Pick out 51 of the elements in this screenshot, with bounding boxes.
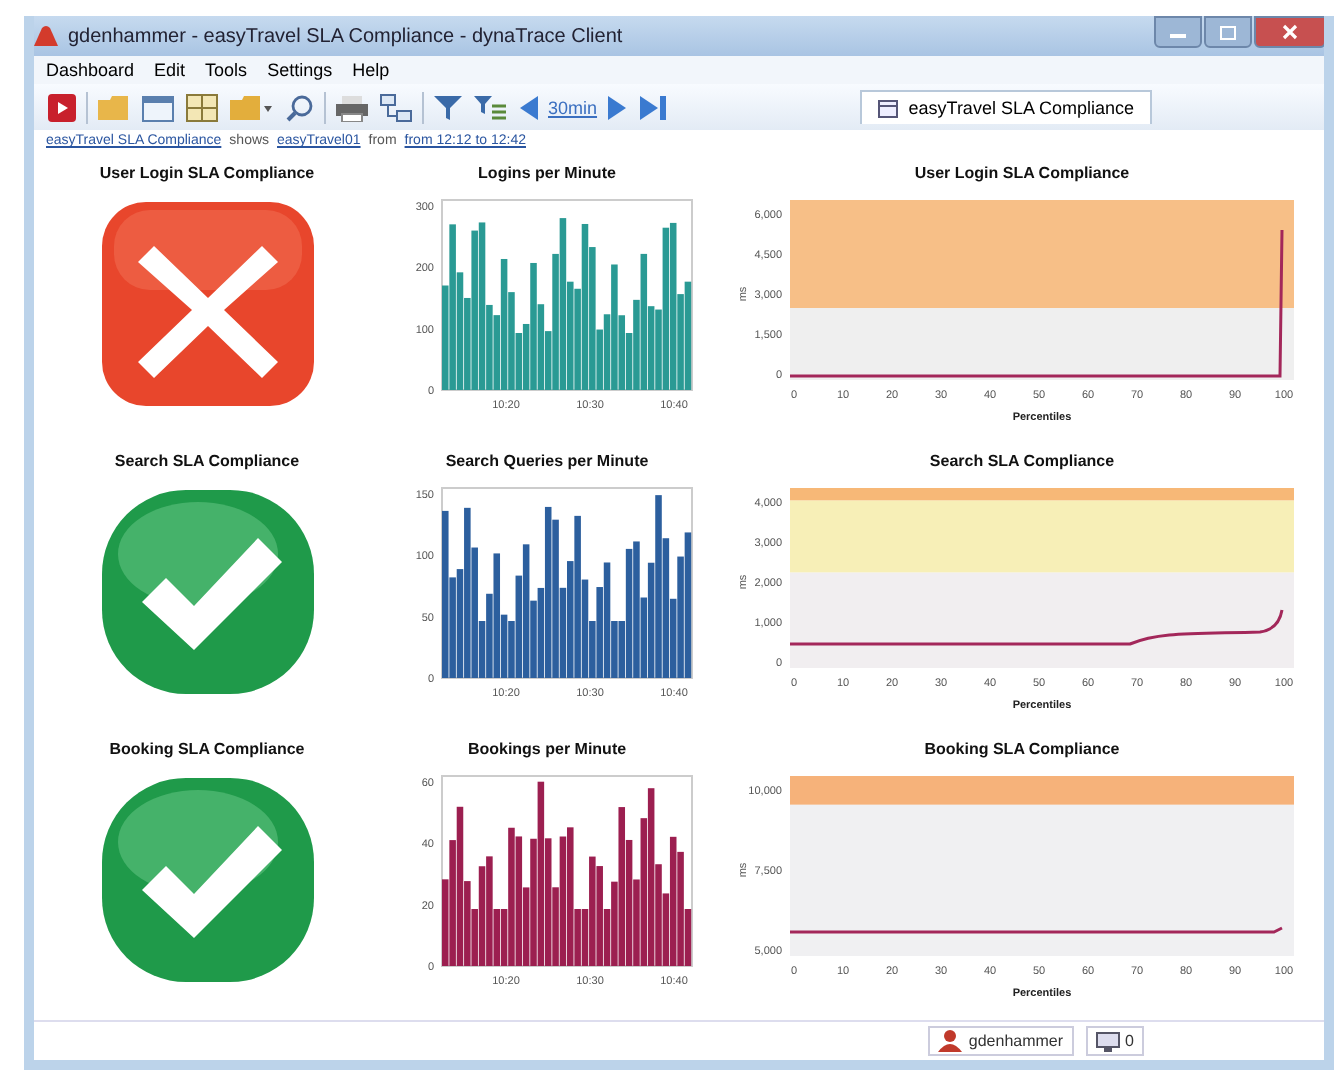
chart-title: Search Queries per Minute <box>445 452 649 470</box>
menu-item[interactable]: Edit <box>154 60 186 80</box>
right-arrow-icon <box>607 93 628 121</box>
dashboard-icon <box>878 99 899 117</box>
filter-list-icon <box>474 93 506 121</box>
filter-button[interactable] <box>432 91 464 123</box>
status-title: User Login SLA Compliance <box>99 164 315 182</box>
close-button[interactable] <box>1254 16 1324 48</box>
app-logo-icon <box>34 24 60 48</box>
left-arrow-icon <box>518 93 538 121</box>
timeframe-link[interactable]: 30min <box>548 97 598 117</box>
search-button[interactable] <box>284 91 316 123</box>
chart-title: Logins per Minute <box>478 164 616 182</box>
network-icon <box>380 93 412 121</box>
monitor-icon <box>1095 1031 1120 1051</box>
previous-button[interactable] <box>516 91 540 123</box>
folder-icon <box>98 93 130 121</box>
cross-icon <box>97 198 317 410</box>
maximize-icon <box>1220 25 1236 39</box>
maximize-button[interactable] <box>1204 16 1252 48</box>
skip-to-end-button[interactable] <box>637 91 670 123</box>
menu-item[interactable]: Settings <box>267 60 333 80</box>
chart-title: User Login SLA Compliance <box>914 164 1130 182</box>
window-icon <box>142 93 174 121</box>
printer-icon <box>336 93 368 121</box>
menu-item[interactable]: Dashboard <box>46 60 135 80</box>
grid-icon <box>186 93 218 121</box>
filter-list-button[interactable] <box>472 91 508 123</box>
menu-item[interactable]: Tools <box>205 60 248 80</box>
close-icon <box>1282 24 1298 40</box>
notification-status[interactable]: 0 <box>1085 1026 1144 1056</box>
topology-button[interactable] <box>378 91 414 123</box>
print-button[interactable] <box>334 91 370 123</box>
status-title: Booking SLA Compliance <box>109 740 305 758</box>
folder-dropdown-icon <box>230 93 274 121</box>
skip-end-icon <box>639 93 668 121</box>
dashboard-tab[interactable]: easyTravel SLA Compliance <box>860 90 1152 124</box>
chart-title: Booking SLA Compliance <box>924 740 1120 758</box>
window-button[interactable] <box>140 91 176 123</box>
filter-icon <box>434 93 462 121</box>
menu-item[interactable]: Help <box>352 60 390 80</box>
dashboard-button[interactable] <box>184 91 220 123</box>
chart-title: Bookings per Minute <box>467 740 627 758</box>
minimize-button[interactable] <box>1154 16 1202 48</box>
search-icon <box>286 93 314 121</box>
next-button[interactable] <box>605 91 630 123</box>
user-icon <box>938 1030 963 1052</box>
status-title: Search SLA Compliance <box>114 452 300 470</box>
chart-title: Search SLA Compliance <box>929 452 1115 470</box>
user-status[interactable]: gdenhammer <box>928 1026 1074 1056</box>
window-title: gdenhammer - easyTravel SLA Compliance - dynaTrace Client <box>68 25 623 47</box>
